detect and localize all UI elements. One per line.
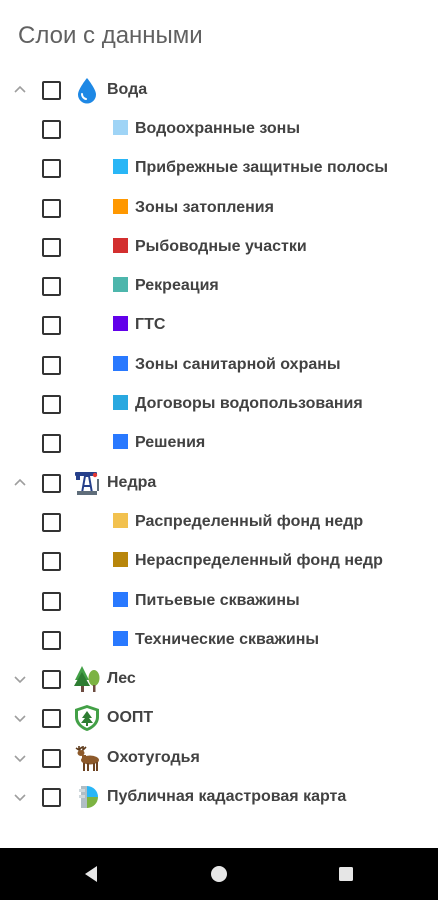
recents-button[interactable] bbox=[316, 848, 376, 900]
layer-item-row[interactable]: Решения bbox=[0, 424, 438, 463]
layer-item-label: Водоохранные зоны bbox=[135, 119, 300, 137]
layer-group-label: Охотугодья bbox=[107, 748, 200, 766]
layer-color-swatch bbox=[113, 316, 128, 332]
layer-group-label: Вода bbox=[107, 80, 148, 98]
layer-item-label: ГТС bbox=[135, 316, 166, 334]
back-button[interactable] bbox=[62, 848, 122, 900]
chevron-down-icon[interactable] bbox=[12, 671, 28, 687]
layer-item-label: Зоны санитарной охраны bbox=[135, 355, 341, 373]
layer-item-checkbox[interactable] bbox=[42, 159, 61, 179]
cadastral-map-icon bbox=[73, 783, 101, 811]
chevron-down-icon[interactable] bbox=[12, 710, 28, 726]
system-navigation-bar bbox=[0, 848, 438, 900]
layer-item-checkbox[interactable] bbox=[42, 591, 61, 611]
layer-item-row[interactable]: Питьевые скважины bbox=[0, 581, 438, 620]
layer-list: Вода Водоохранные зоны Прибрежные защитные… bbox=[0, 70, 438, 817]
layer-item-checkbox[interactable] bbox=[42, 630, 61, 650]
layer-item-label: Рыбоводные участки bbox=[135, 237, 307, 255]
layer-color-swatch bbox=[113, 237, 128, 253]
layer-item-row[interactable]: Технические скважины bbox=[0, 620, 438, 659]
layer-item-checkbox[interactable] bbox=[42, 395, 61, 415]
page-title: Слои с данными bbox=[18, 22, 203, 49]
layer-color-swatch bbox=[113, 591, 128, 607]
layer-item-row[interactable]: Водоохранные зоны bbox=[0, 109, 438, 148]
layer-item-checkbox[interactable] bbox=[42, 198, 61, 218]
chevron-up-icon[interactable] bbox=[12, 82, 28, 98]
layer-item-row[interactable]: Рекреация bbox=[0, 266, 438, 305]
layer-group-row[interactable]: Охотугодья bbox=[0, 738, 438, 777]
layer-group-label: Публичная кадастровая карта bbox=[107, 787, 347, 805]
layer-item-checkbox[interactable] bbox=[42, 434, 61, 454]
layer-item-label: Питьевые скважины bbox=[135, 591, 300, 609]
layer-color-swatch bbox=[113, 630, 128, 646]
layer-item-label: Прибрежные защитные полосы bbox=[135, 159, 389, 177]
layer-group-checkbox[interactable] bbox=[42, 709, 61, 729]
layer-color-swatch bbox=[113, 512, 128, 528]
layer-group-label: Недра bbox=[107, 473, 157, 491]
layer-group-row[interactable]: Лес bbox=[0, 659, 438, 698]
layer-group-row[interactable]: Недра bbox=[0, 463, 438, 502]
chevron-up-icon[interactable] bbox=[12, 475, 28, 491]
layer-group-checkbox[interactable] bbox=[42, 80, 61, 100]
layer-color-swatch bbox=[113, 198, 128, 214]
water-drop-icon bbox=[73, 76, 101, 104]
layer-item-checkbox[interactable] bbox=[42, 316, 61, 336]
layer-group-checkbox[interactable] bbox=[42, 787, 61, 807]
layer-group-row[interactable]: Публичная кадастровая карта bbox=[0, 777, 438, 816]
layer-item-row[interactable]: Распределенный фонд недр bbox=[0, 502, 438, 541]
layer-item-checkbox[interactable] bbox=[42, 119, 61, 139]
layer-item-checkbox[interactable] bbox=[42, 277, 61, 297]
home-button[interactable] bbox=[189, 848, 249, 900]
recents-square-icon bbox=[339, 867, 353, 881]
layer-item-checkbox[interactable] bbox=[42, 237, 61, 257]
layer-item-checkbox[interactable] bbox=[42, 355, 61, 375]
back-triangle-icon bbox=[85, 866, 97, 882]
forest-trees-icon bbox=[73, 665, 101, 693]
layer-item-checkbox[interactable] bbox=[42, 552, 61, 572]
layer-item-label: Договоры водопользования bbox=[135, 395, 363, 413]
scroll-fade bbox=[0, 818, 438, 848]
layer-item-label: Рекреация bbox=[135, 277, 219, 295]
chevron-down-icon[interactable] bbox=[12, 789, 28, 805]
layer-item-label: Распределенный фонд недр bbox=[135, 512, 364, 530]
oil-pump-icon bbox=[73, 469, 101, 497]
layer-item-row[interactable]: Рыбоводные участки bbox=[0, 227, 438, 266]
home-circle-icon bbox=[211, 866, 227, 882]
layer-item-row[interactable]: Договоры водопользования bbox=[0, 384, 438, 423]
layer-item-label: Решения bbox=[135, 434, 206, 452]
layer-color-swatch bbox=[113, 355, 128, 371]
layer-group-label: ООПТ bbox=[107, 709, 154, 727]
layer-group-label: Лес bbox=[107, 670, 136, 688]
layer-item-label: Нераспределенный фонд недр bbox=[135, 552, 383, 570]
protected-area-shield-icon bbox=[73, 704, 101, 732]
layer-color-swatch bbox=[113, 119, 128, 135]
layer-item-checkbox[interactable] bbox=[42, 512, 61, 532]
layer-item-label: Зоны затопления bbox=[135, 198, 274, 216]
layer-item-row[interactable]: Прибрежные защитные полосы bbox=[0, 149, 438, 188]
layer-color-swatch bbox=[113, 552, 128, 568]
layer-group-checkbox[interactable] bbox=[42, 473, 61, 493]
layer-color-swatch bbox=[113, 434, 128, 450]
layer-group-row[interactable]: Вода bbox=[0, 70, 438, 109]
layer-color-swatch bbox=[113, 159, 128, 175]
layer-item-row[interactable]: Зоны затопления bbox=[0, 188, 438, 227]
layer-item-label: Технические скважины bbox=[135, 630, 320, 648]
layer-color-swatch bbox=[113, 395, 128, 411]
layer-item-row[interactable]: ГТС bbox=[0, 306, 438, 345]
layer-group-row[interactable]: ООПТ bbox=[0, 699, 438, 738]
chevron-down-icon[interactable] bbox=[12, 750, 28, 766]
layer-color-swatch bbox=[113, 277, 128, 293]
layer-group-checkbox[interactable] bbox=[42, 748, 61, 768]
layer-group-checkbox[interactable] bbox=[42, 670, 61, 690]
deer-icon bbox=[73, 744, 101, 772]
layer-item-row[interactable]: Нераспределенный фонд недр bbox=[0, 542, 438, 581]
layer-item-row[interactable]: Зоны санитарной охраны bbox=[0, 345, 438, 384]
